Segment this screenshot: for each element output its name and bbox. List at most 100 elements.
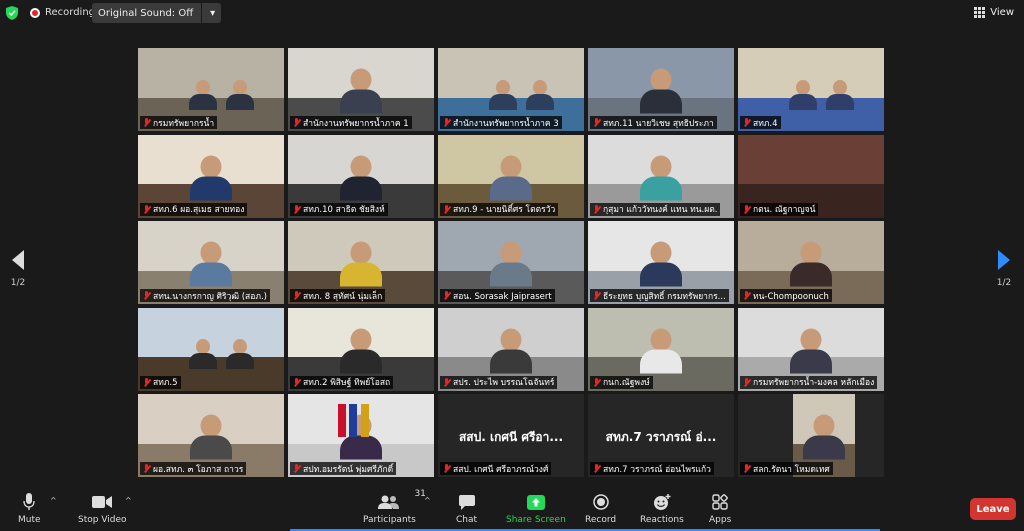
video-tile[interactable]: สทภ.10 สาธิต ชัยสิงห์ <box>288 134 434 218</box>
video-tile[interactable]: สลก.รัตนา โหมดเทศ <box>738 394 884 477</box>
original-sound-label: Original Sound: Off <box>98 7 194 19</box>
view-button[interactable]: View <box>974 7 1014 18</box>
chevron-down-icon[interactable]: ▾ <box>210 8 215 19</box>
participant-nameplate: กนก.ณัฐพงษ์ <box>590 375 653 389</box>
participant-name: สอน. Sorasak Jaiprasert <box>453 291 552 302</box>
apps-button[interactable]: Apps <box>709 493 731 525</box>
leave-button[interactable]: Leave <box>970 498 1016 520</box>
video-tile[interactable]: สปท.อมรรัตน์ พุ่มศรีภักดิ์ <box>288 394 434 477</box>
video-tile[interactable]: ธีระยุทธ บุญสิทธิ์ กรมทรัพยากร... <box>588 221 734 304</box>
video-tile[interactable]: สำนักงานทรัพยากรน้ำภาค 1 <box>288 48 434 131</box>
audio-options-caret-icon[interactable]: ^ <box>50 496 57 505</box>
participant-figure <box>190 241 232 287</box>
participant-nameplate: สทภ.6 ผอ.สุเมธ สายทอง <box>140 202 248 216</box>
muted-microphone-icon <box>743 204 750 214</box>
video-tile[interactable]: สปร. ประไพ บรรณโฉจันทร์ <box>438 307 584 391</box>
participants-options-caret-icon[interactable]: ^ <box>424 496 431 505</box>
muted-microphone-icon <box>143 464 150 473</box>
video-tile[interactable]: สทภ.2 พิสิษฐ์ ทิพย์โอสถ <box>288 307 434 391</box>
mute-button[interactable]: Mute <box>18 493 41 525</box>
participant-name: สทภ.7 วราภรณ์ อ่อนไพรแก้ว <box>603 464 711 475</box>
participant-figure <box>340 241 382 287</box>
divider <box>201 3 203 23</box>
share-screen-label: Share Screen <box>506 515 566 525</box>
share-screen-icon <box>526 493 545 511</box>
participant-nameplate: กรมทรัพยากรน้ำ-มงคล หลักเมือง <box>740 375 878 389</box>
video-options-caret-icon[interactable]: ^ <box>125 496 132 505</box>
share-screen-button[interactable]: Share Screen <box>506 493 566 525</box>
participant-nameplate: สทภ. 8 สุทัศน์ นุ่มเล็ก <box>290 289 386 302</box>
recording-indicator[interactable]: Recording <box>30 7 95 18</box>
video-tile[interactable]: กุสุมา แก้ววัทนงค์ แทน ทน.ผต. <box>588 134 734 218</box>
video-tile[interactable]: สทภ. 8 สุทัศน์ นุ่มเล็ก <box>288 221 434 304</box>
participant-name: กนก.ณัฐพงษ์ <box>603 378 650 388</box>
stop-video-button[interactable]: Stop Video <box>78 493 127 525</box>
participant-figure <box>825 79 854 110</box>
participants-button[interactable]: 31 Participants <box>363 489 426 525</box>
muted-microphone-icon <box>293 291 300 300</box>
security-shield-icon[interactable] <box>6 6 18 20</box>
video-tile[interactable]: ผอ.สทภ. ๓ โอภาส ถาวร <box>138 394 284 477</box>
participant-name: สสป. เกศนี ศรีอาภรณ์วงศ์ <box>453 464 549 475</box>
grid-view-icon <box>974 7 986 18</box>
participant-figure <box>489 79 518 110</box>
apps-label: Apps <box>709 515 732 525</box>
participant-name: สทภ.5 <box>153 378 178 388</box>
muted-microphone-icon <box>293 464 300 473</box>
participant-figure <box>640 328 682 374</box>
video-tile[interactable]: สทภ.6 ผอ.สุเมธ สายทอง <box>138 134 284 218</box>
next-page-button[interactable]: 1/2 <box>994 250 1014 288</box>
video-tile[interactable]: กตน. ณัฐกาญจน์ <box>738 134 884 218</box>
participant-nameplate: สำนักงานทรัพยากรน้ำภาค 1 <box>290 116 412 129</box>
muted-microphone-icon <box>443 204 450 214</box>
participant-nameplate: ธีระยุทธ บุญสิทธิ์ กรมทรัพยากร... <box>590 289 729 302</box>
muted-microphone-icon <box>593 464 600 473</box>
active-speaker-tile[interactable]: กรมทรัพยากรน้ำ <box>138 48 284 131</box>
participant-display-name: สทภ.7 วราภรณ์ อ่... <box>605 430 717 444</box>
muted-microphone-icon <box>143 118 150 127</box>
participant-name: สทภ.10 สาธิต ชัยสิงห์ <box>303 205 385 215</box>
muted-microphone-icon <box>743 377 750 387</box>
participant-nameplate: สทน.นางกรกาญ ศิริวุฒิ (สอภ.) <box>140 289 270 302</box>
flag-decoration <box>349 403 358 438</box>
participant-nameplate: สสป. เกศนี ศรีอาภรณ์วงศ์ <box>440 462 552 475</box>
participant-figure <box>225 339 254 370</box>
record-button[interactable]: Record <box>585 493 616 525</box>
participant-name: สทภ.11 นายวิเชษ สุทธิประภา <box>603 118 714 129</box>
participant-nameplate: กรมทรัพยากรน้ำ <box>140 116 218 129</box>
video-tile[interactable]: กรมทรัพยากรน้ำ-มงคล หลักเมือง <box>738 307 884 391</box>
video-tile[interactable]: สทภ.7 วราภรณ์ อ่... สทภ.7 วราภรณ์ อ่อนไพร… <box>588 394 734 477</box>
participant-figure <box>789 79 818 110</box>
muted-microphone-icon <box>593 118 600 127</box>
video-tile[interactable]: สอน. Sorasak Jaiprasert <box>438 221 584 304</box>
recording-dot-icon <box>30 7 40 18</box>
video-tile[interactable]: ทน-Chompoonuch <box>738 221 884 304</box>
chat-button[interactable]: Chat <box>456 493 477 525</box>
participant-nameplate: ทน-Chompoonuch <box>740 289 832 302</box>
video-tile[interactable]: สสป. เกศนี ศรีอา... สสป. เกศนี ศรีอาภรณ์ว… <box>438 394 584 477</box>
video-tile[interactable]: สำนักงานทรัพยากรน้ำภาค 3 <box>438 48 584 131</box>
video-tile[interactable]: สทภ.4 <box>738 48 884 131</box>
video-camera-icon <box>92 493 113 511</box>
video-tile[interactable]: สทภ.11 นายวิเชษ สุทธิประภา <box>588 48 734 131</box>
participant-figure <box>340 155 382 201</box>
chat-bubble-icon <box>458 493 475 511</box>
participant-name: กุสุมา แก้ววัทนงค์ แทน ทน.ผต. <box>603 205 718 215</box>
page-indicator-left: 1/2 <box>10 278 26 288</box>
participant-name: สทภ.2 พิสิษฐ์ ทิพย์โอสถ <box>303 378 391 388</box>
video-tile[interactable]: สทภ.5 <box>138 307 284 391</box>
chat-label: Chat <box>456 515 478 525</box>
reactions-button[interactable]: Reactions <box>640 493 684 525</box>
participant-nameplate: สำนักงานทรัพยากรน้ำภาค 3 <box>440 116 562 129</box>
participant-name: สำนักงานทรัพยากรน้ำภาค 1 <box>303 118 409 129</box>
video-tile[interactable]: กนก.ณัฐพงษ์ <box>588 307 734 391</box>
previous-page-button[interactable]: 1/2 <box>8 250 28 288</box>
participant-name: ทน-Chompoonuch <box>753 291 829 302</box>
video-tile[interactable]: สทน.นางกรกาญ ศิริวุฒิ (สอภ.) <box>138 221 284 304</box>
muted-microphone-icon <box>443 464 450 473</box>
participant-name: ผอ.สทภ. ๓ โอภาส ถาวร <box>153 464 244 475</box>
video-tile[interactable]: สทภ.9 - นายนิติ์ศร โตตรวัว <box>438 134 584 218</box>
muted-microphone-icon <box>143 204 150 214</box>
participant-nameplate: สทภ.2 พิสิษฐ์ ทิพย์โอสถ <box>290 375 394 389</box>
original-sound-toggle[interactable]: Original Sound: Off ▾ <box>92 3 222 23</box>
